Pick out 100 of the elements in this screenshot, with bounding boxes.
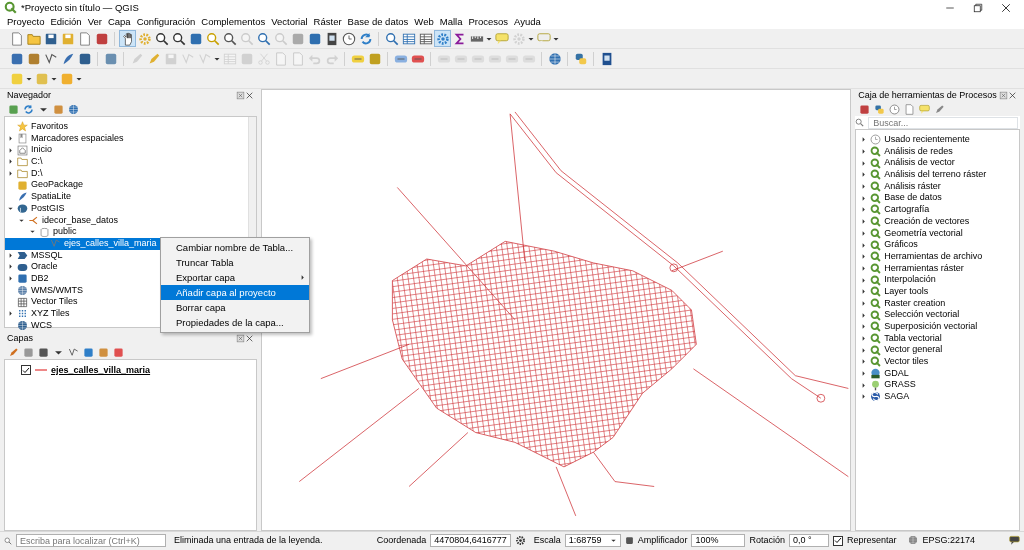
- toolbox-group[interactable]: Usado recientemente: [856, 134, 1019, 146]
- toolbox-group[interactable]: SAGA: [856, 391, 1019, 403]
- toolbox-group[interactable]: GRASS: [856, 379, 1019, 392]
- menu-item[interactable]: Ayuda: [511, 16, 544, 28]
- style-icon[interactable]: [8, 346, 19, 358]
- menu-item[interactable]: Proyecto: [4, 16, 48, 28]
- menu-item[interactable]: Truncar Tabla: [161, 255, 310, 270]
- qgis-icon: [870, 356, 882, 368]
- tree-item[interactable]: D:\: [5, 167, 248, 180]
- menu-item[interactable]: Añadir capa al proyecto: [161, 285, 310, 300]
- zoom-layer-icon[interactable]: [221, 30, 238, 47]
- menu-item[interactable]: Web: [411, 16, 437, 28]
- coordinate-field[interactable]: 4470804,6416777: [430, 534, 511, 547]
- menu-item[interactable]: Edición: [47, 16, 85, 28]
- tree-item[interactable]: Inicio: [5, 144, 248, 157]
- qgis-icon: [870, 216, 882, 228]
- toolbox-group[interactable]: Vector tiles: [856, 356, 1019, 368]
- qgis-icon: [870, 344, 882, 356]
- recent-icon: [870, 134, 882, 146]
- layer-name[interactable]: ejes_calles_villa_maria: [51, 364, 151, 376]
- menu-item[interactable]: Exportar capa: [161, 270, 310, 285]
- toolbox-group[interactable]: Herramientas ráster: [856, 262, 1019, 275]
- toolbox-group[interactable]: Análisis de redes: [856, 145, 1019, 158]
- toolbox-group[interactable]: Vector general: [856, 344, 1019, 357]
- render-checkbox[interactable]: [832, 535, 843, 546]
- toolbox-group[interactable]: Raster creation: [856, 297, 1019, 310]
- toolbox-group[interactable]: GDAL: [856, 367, 1019, 380]
- tree-item[interactable]: Marcadores espaciales: [5, 132, 248, 145]
- menu-item[interactable]: Procesos: [465, 16, 512, 28]
- menu-item[interactable]: Vectorial: [268, 16, 311, 28]
- app-logo-icon: [4, 1, 17, 14]
- float-icon: [235, 91, 245, 100]
- history-icon[interactable]: [889, 103, 901, 115]
- qgis-icon: [870, 309, 882, 321]
- tree-item[interactable]: public: [5, 226, 248, 238]
- close-icon[interactable]: [1000, 1, 1012, 14]
- coordinate-label: Coordenada: [376, 535, 427, 546]
- restore-icon[interactable]: [972, 1, 984, 14]
- zoom-last-icon[interactable]: [255, 30, 272, 47]
- toolbox-group[interactable]: Geometría vectorial: [856, 227, 1019, 240]
- menu-item[interactable]: Complementos: [198, 16, 269, 28]
- qgis-icon: [870, 169, 882, 181]
- magnifier-spinbox[interactable]: 100%: [691, 534, 746, 547]
- toolbox-group[interactable]: Interpolación: [856, 274, 1019, 286]
- toolbox-group[interactable]: Base de datos: [856, 192, 1019, 205]
- qgis-icon: [870, 157, 882, 169]
- toolbox-group[interactable]: Layer tools: [856, 285, 1019, 298]
- menu-item[interactable]: Base de datos: [344, 16, 412, 28]
- crs-button[interactable]: EPSG:22174: [922, 535, 975, 546]
- rotation-spinbox[interactable]: 0,0 °: [788, 534, 829, 547]
- python-icon[interactable]: [874, 103, 886, 115]
- tooltip-icon[interactable]: [919, 103, 931, 115]
- toolbox-group[interactable]: Cartografía: [856, 204, 1019, 216]
- toolbox-group[interactable]: Herramientas de archivo: [856, 250, 1019, 263]
- toolbox-group[interactable]: Superposición vectorial: [856, 321, 1019, 333]
- globe-icon: [908, 535, 919, 546]
- menu-item[interactable]: Ráster: [310, 16, 345, 28]
- toolbox-group[interactable]: Análisis ráster: [856, 180, 1019, 193]
- menu-item[interactable]: Capa: [104, 16, 134, 28]
- layer-checkbox[interactable]: [21, 365, 31, 375]
- qgis-icon: [870, 204, 882, 216]
- tree-item[interactable]: SpatiaLite: [5, 191, 248, 203]
- tree-item[interactable]: PostGIS: [5, 202, 248, 215]
- tree-item[interactable]: idecor_base_datos: [5, 214, 248, 227]
- folder-icon: [17, 156, 28, 168]
- toolbox-group[interactable]: Gráficos: [856, 239, 1019, 251]
- scale-combobox[interactable]: 1:68759: [564, 534, 621, 547]
- postgis-icon: [17, 203, 28, 215]
- toolbox-group[interactable]: Análisis del terreno ráster: [856, 169, 1019, 181]
- qgis-icon: [870, 192, 882, 204]
- globe-icon[interactable]: [546, 50, 563, 67]
- toolbox-group[interactable]: Tabla vectorial: [856, 332, 1019, 345]
- tree-item[interactable]: Favoritos: [5, 121, 248, 133]
- toolbox-group[interactable]: Selección vectorial: [856, 309, 1019, 321]
- zoom-in-icon[interactable]: [153, 30, 170, 47]
- pan-hand-icon[interactable]: [119, 30, 136, 47]
- messages-icon: [1009, 535, 1020, 546]
- qgis-icon: [870, 286, 882, 298]
- menu-item[interactable]: Configuración: [133, 16, 199, 28]
- toolbox-group[interactable]: Análisis de vector: [856, 157, 1019, 170]
- folder-icon: [17, 168, 28, 180]
- panel-title: Capas: [7, 333, 33, 344]
- panel-title: Navegador: [7, 90, 52, 101]
- clock-icon[interactable]: [340, 30, 357, 47]
- toolbox-group[interactable]: Creación de vectores: [856, 215, 1019, 228]
- spatialite-icon: [17, 191, 28, 203]
- zoom-out-icon[interactable]: [170, 30, 187, 47]
- menu-item[interactable]: Borrar capa: [161, 300, 310, 315]
- locator-field[interactable]: Escriba para localizar (Ctrl+K): [16, 534, 166, 547]
- close-icon: [244, 91, 254, 100]
- identify-icon[interactable]: [383, 30, 400, 47]
- menu-item[interactable]: Propiedades de la capa...: [161, 315, 310, 330]
- menu-item[interactable]: Malla: [436, 16, 466, 28]
- settings-icon[interactable]: [434, 30, 451, 47]
- rotation-label: Rotación: [749, 535, 785, 546]
- menu-item[interactable]: Ver: [84, 16, 105, 28]
- connection-icon: [28, 214, 39, 226]
- tree-item[interactable]: GeoPackage: [5, 179, 248, 192]
- refresh-icon[interactable]: [23, 103, 34, 115]
- tree-item[interactable]: C:\: [5, 156, 248, 168]
